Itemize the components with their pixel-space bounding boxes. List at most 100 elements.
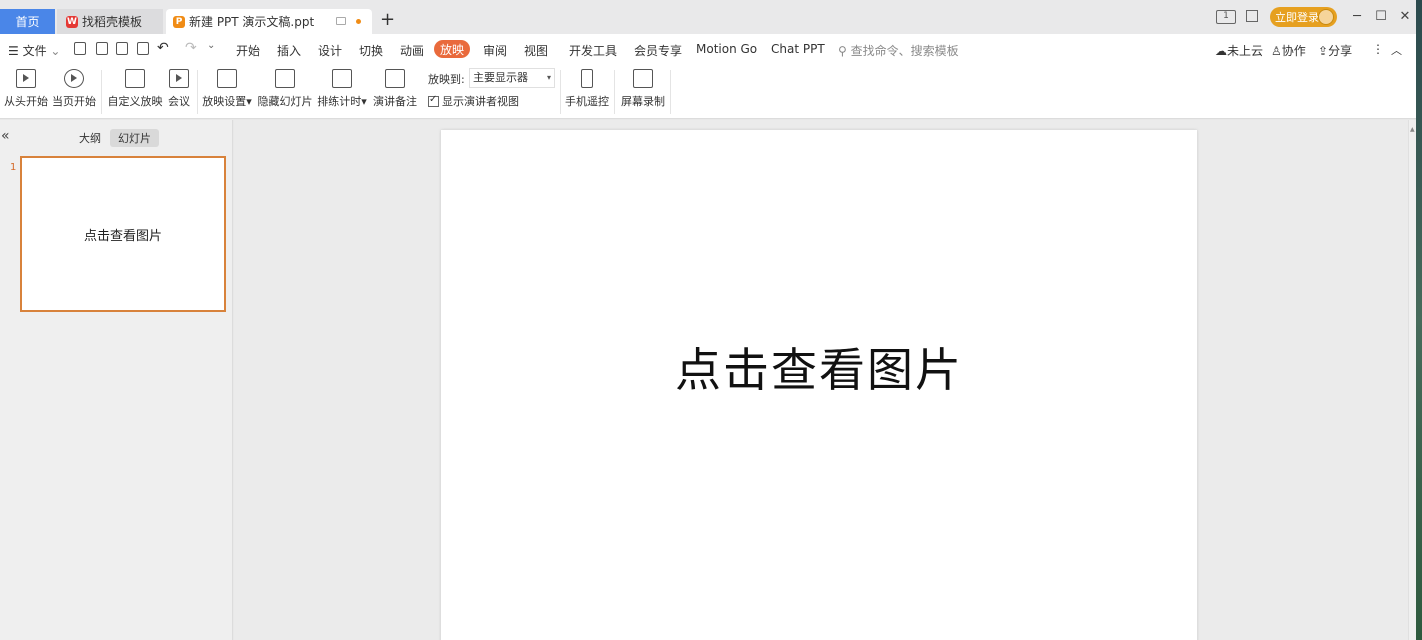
apps-grid-icon[interactable] xyxy=(1246,10,1258,22)
slide-title-text[interactable]: 点击查看图片 xyxy=(441,334,1197,400)
ribbon-divider xyxy=(670,70,671,114)
caret-down-icon: ▾ xyxy=(546,73,551,82)
share-button[interactable]: ⇪分享 xyxy=(1318,42,1352,59)
rehearse-timing-button[interactable]: 排练计时▾ xyxy=(317,64,367,119)
presenter-view-label: 显示演讲者视图 xyxy=(442,95,519,108)
rehearse-timing-label: 排练计时▾ xyxy=(317,95,367,108)
ribbon-divider xyxy=(197,70,198,114)
meeting-label: 会议 xyxy=(168,95,190,108)
editing-canvas: 点击查看图片 xyxy=(234,120,1408,640)
timer-icon xyxy=(332,69,352,88)
menu-developer[interactable]: 开发工具 xyxy=(569,42,617,59)
play-circle-icon xyxy=(64,69,84,88)
ribbon-divider xyxy=(101,70,102,114)
menu-slideshow[interactable]: 放映 xyxy=(434,40,470,58)
collaborate-button[interactable]: ♙协作 xyxy=(1271,42,1306,59)
slide-thumbnail-text: 点击查看图片 xyxy=(83,228,162,244)
ribbon-divider xyxy=(614,70,615,114)
tab-template-store[interactable]: W 找稻壳模板 xyxy=(57,9,163,34)
slides-panel: « 大纲 幻灯片 1 点击查看图片 xyxy=(0,120,233,640)
menu-transition[interactable]: 切换 xyxy=(359,42,383,59)
layout-switch-icon[interactable]: 1 xyxy=(1216,10,1236,24)
avatar-icon xyxy=(1318,9,1334,25)
vertical-scrollbar[interactable]: ▲ xyxy=(1408,120,1416,640)
menu-animation[interactable]: 动画 xyxy=(400,42,424,59)
menu-review[interactable]: 审阅 xyxy=(483,42,507,59)
hide-slide-label: 隐藏幻灯片 xyxy=(257,95,313,108)
display-select-value: 主要显示器 xyxy=(473,71,528,84)
presenter-view-checkbox[interactable] xyxy=(428,94,439,107)
show-settings-button[interactable]: 放映设置▾ xyxy=(202,64,252,119)
maximize-icon[interactable]: ☐ xyxy=(1374,9,1388,24)
tab-document-label: 新建 PPT 演示文稿.ppt xyxy=(189,15,315,29)
menu-home[interactable]: 开始 xyxy=(236,42,260,59)
search-icon: ⚲ xyxy=(838,44,847,58)
cloud-status[interactable]: ☁未上云 xyxy=(1215,42,1263,59)
tab-outline[interactable]: 大纲 xyxy=(79,130,101,146)
screen-record-label: 屏幕录制 xyxy=(621,95,665,108)
docer-logo-icon: W xyxy=(66,15,78,28)
share-label: 分享 xyxy=(1328,44,1353,58)
more-icon[interactable]: ⋮ xyxy=(1372,42,1384,56)
tab-slides[interactable]: 幻灯片 xyxy=(110,129,159,147)
login-button[interactable]: 立即登录 xyxy=(1270,7,1337,27)
show-settings-label: 放映设置▾ xyxy=(202,95,252,108)
login-label: 立即登录 xyxy=(1275,11,1319,24)
cloud-label: 未上云 xyxy=(1227,44,1264,58)
phone-remote-button[interactable]: 手机遥控 xyxy=(565,64,609,119)
from-current-button[interactable]: 当页开始 xyxy=(52,64,96,119)
command-search[interactable]: ⚲ 查找命令、搜索模板 xyxy=(838,42,959,59)
display-select[interactable]: 主要显示器 ▾ xyxy=(469,68,555,88)
video-meeting-icon xyxy=(169,69,189,88)
close-icon[interactable]: ✕ xyxy=(1398,9,1412,24)
meeting-button[interactable]: 会议 xyxy=(166,64,192,119)
tab-home[interactable]: 首页 xyxy=(0,9,55,34)
slide-thumbnail[interactable]: 点击查看图片 xyxy=(20,156,226,312)
phone-remote-label: 手机遥控 xyxy=(565,95,609,108)
screen-record-button[interactable]: 屏幕录制 xyxy=(621,64,665,119)
redo-icon[interactable]: ↷ xyxy=(185,40,197,56)
ribbon-divider xyxy=(560,70,561,114)
customize-quick-access-icon[interactable]: ⌄ xyxy=(207,40,215,51)
chevron-down-icon: ⌄ xyxy=(46,44,61,58)
monitor-icon[interactable] xyxy=(336,17,346,25)
desktop-wallpaper-edge xyxy=(1416,0,1422,640)
cloud-icon: ☁ xyxy=(1215,44,1227,58)
file-menu[interactable]: ☰ 文件 ⌄ xyxy=(8,42,60,59)
hide-slide-button[interactable]: 隐藏幻灯片 xyxy=(257,64,313,119)
hide-slide-icon xyxy=(275,69,295,88)
menu-motion-go[interactable]: Motion Go xyxy=(696,42,757,56)
speaker-notes-label: 演讲备注 xyxy=(373,95,417,108)
title-tab-bar: 首页 W 找稻壳模板 P 新建 PPT 演示文稿.ppt + 1 立即登录 ─ … xyxy=(0,0,1416,34)
from-current-label: 当页开始 xyxy=(52,95,96,108)
custom-show-label: 自定义放映 xyxy=(107,95,163,108)
menu-insert[interactable]: 插入 xyxy=(277,42,301,59)
menu-view[interactable]: 视图 xyxy=(524,42,548,59)
tab-document[interactable]: P 新建 PPT 演示文稿.ppt xyxy=(166,9,372,34)
scroll-up-icon[interactable]: ▲ xyxy=(1410,126,1415,133)
tab-template-label: 找稻壳模板 xyxy=(82,15,143,29)
export-pdf-icon[interactable] xyxy=(96,42,108,55)
print-icon[interactable] xyxy=(116,42,128,55)
slide-number: 1 xyxy=(10,162,17,173)
menu-chat-ppt[interactable]: Chat PPT xyxy=(771,42,825,56)
current-slide[interactable]: 点击查看图片 xyxy=(441,130,1197,640)
ribbon-toolbar: 从头开始 当页开始 自定义放映 会议 放映设置▾ 隐藏幻灯片 排练计时▾ 演讲备… xyxy=(0,64,1416,119)
undo-icon[interactable]: ↶ xyxy=(157,40,169,56)
collapse-ribbon-icon[interactable]: ︿ xyxy=(1391,42,1402,58)
notes-icon xyxy=(385,69,405,88)
print-preview-icon[interactable] xyxy=(137,42,149,55)
custom-show-icon xyxy=(125,69,145,88)
settings-screen-icon xyxy=(217,69,237,88)
menu-member[interactable]: 会员专享 xyxy=(634,42,682,59)
custom-show-button[interactable]: 自定义放映 xyxy=(107,64,163,119)
speaker-notes-button[interactable]: 演讲备注 xyxy=(373,64,417,119)
from-start-button[interactable]: 从头开始 xyxy=(4,64,48,119)
presenter-view-toggle[interactable]: 显示演讲者视图 xyxy=(428,93,519,109)
menu-design[interactable]: 设计 xyxy=(318,42,342,59)
save-icon[interactable] xyxy=(74,42,86,55)
add-tab-button[interactable]: + xyxy=(380,11,395,29)
ppt-logo-icon: P xyxy=(173,15,185,28)
minimize-icon[interactable]: ─ xyxy=(1350,9,1364,24)
double-chevron-left-icon[interactable]: « xyxy=(1,128,10,144)
